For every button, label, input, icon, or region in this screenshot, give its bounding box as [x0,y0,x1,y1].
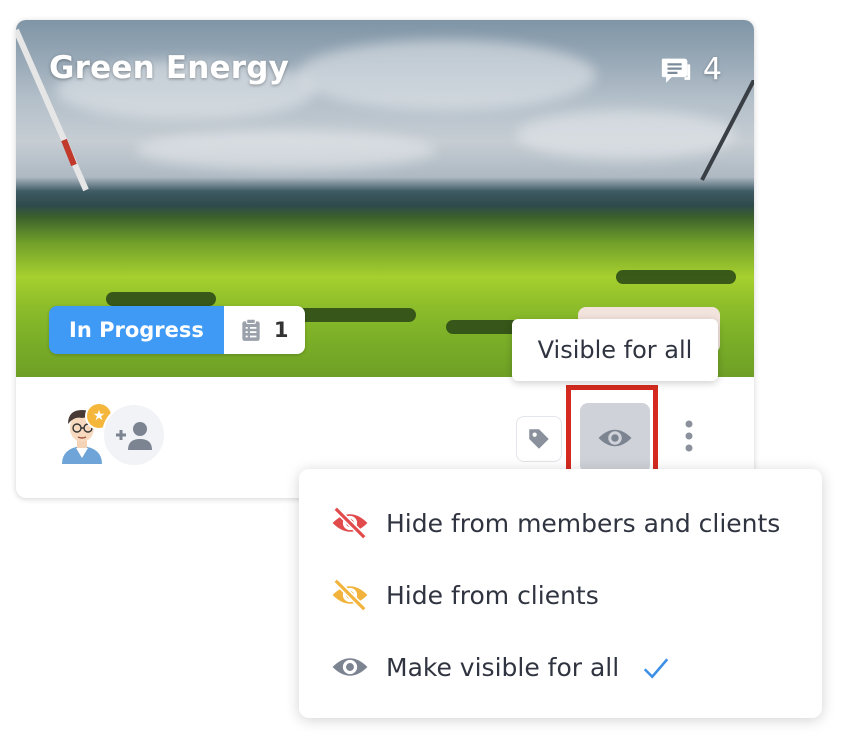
card-title: Green Energy [49,50,290,86]
highlight-box [566,385,658,475]
menu-item-label: Make visible for all [386,652,620,682]
comments-icon [661,58,691,83]
menu-item-hide-members-clients[interactable]: Hide from members and clients [299,493,822,553]
more-vertical-icon [685,420,693,452]
eye-icon [331,648,369,686]
menu-item-make-visible[interactable]: Make visible for all [299,637,822,697]
status-group[interactable]: In Progress 1 [49,306,305,354]
menu-item-hide-clients[interactable]: Hide from clients [299,565,822,625]
comments-indicator[interactable]: 4 [659,52,722,87]
add-member-button[interactable] [102,403,166,467]
wind-turbine-right [700,80,754,181]
menu-item-label: Hide from members and clients [386,508,781,538]
add-person-icon [116,422,152,450]
tag-icon [529,429,549,449]
visibility-menu: Hide from members and clients Hide from … [299,469,822,718]
tag-button[interactable] [516,416,562,462]
task-count-value: 1 [273,318,289,342]
check-icon [643,658,669,679]
more-options-button[interactable] [674,416,704,456]
eye-off-icon [331,576,369,614]
tooltip: Visible for all [512,319,718,381]
clipboard-icon [242,318,260,341]
eye-off-icon [331,504,369,542]
menu-item-label: Hide from clients [386,580,599,610]
status-badge[interactable]: In Progress [49,306,224,354]
task-count[interactable]: 1 [223,306,305,354]
comment-count: 4 [702,52,722,87]
